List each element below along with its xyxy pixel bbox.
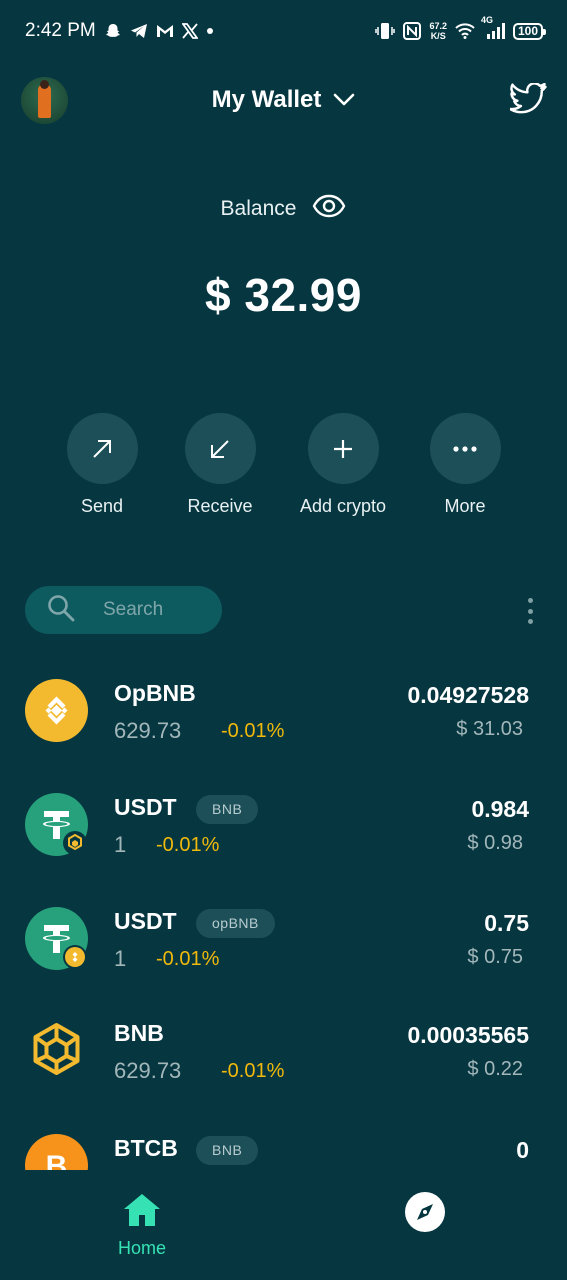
send-button[interactable]: Send — [42, 413, 162, 517]
token-fiat-value: $ 31.03 — [456, 718, 523, 740]
token-fiat-value: $ 0.75 — [467, 946, 523, 968]
network-speed: 67.2 K/S — [429, 21, 447, 41]
token-name: USDT — [114, 794, 177, 820]
token-amount: 0.75 — [484, 910, 529, 936]
token-change: -0.01% — [221, 1060, 285, 1082]
bnb-network-badge-icon — [63, 831, 87, 855]
btcb-logo-icon: B — [25, 1134, 88, 1170]
token-price: 1 — [114, 832, 127, 857]
plus-icon — [334, 439, 352, 458]
search-input[interactable] — [103, 599, 213, 621]
vibrate-icon — [375, 21, 396, 41]
eye-icon[interactable] — [312, 194, 346, 224]
wifi-icon — [455, 21, 475, 41]
gmail-icon — [156, 21, 174, 41]
wallet-selector[interactable]: My Wallet — [0, 86, 567, 114]
token-amount: 0.04927528 — [407, 682, 529, 708]
compass-icon[interactable] — [404, 1191, 446, 1233]
token-row-bnb[interactable]: BNB 629.73 -0.01% 0.00035565 $ 0.22 — [0, 1004, 567, 1104]
twitter-icon[interactable] — [508, 82, 547, 117]
network-chip: opBNB — [196, 909, 275, 938]
token-row-opbnb[interactable]: OpBNB 629.73 -0.01% 0.04927528 $ 31.03 — [0, 664, 567, 764]
token-row-usdt-opbnb[interactable]: USDT opBNB 1 -0.01% 0.75 $ 0.75 — [0, 892, 567, 992]
nfc-icon — [403, 21, 422, 41]
opbnb-logo-icon — [25, 679, 88, 742]
bnb-logo-icon — [25, 1019, 88, 1082]
send-label: Send — [80, 496, 124, 516]
bottom-nav: Home — [0, 1170, 567, 1280]
token-fiat-value: $ 0.98 — [467, 832, 523, 854]
home-icon — [124, 1194, 160, 1226]
token-amount: 0.984 — [471, 796, 529, 822]
wallet-title: My Wallet — [211, 86, 322, 113]
balance-label: Balance — [220, 197, 297, 220]
balance-value: $ 32.99 — [205, 269, 362, 321]
opbnb-network-badge-icon — [63, 945, 87, 969]
token-amount: 0.00035565 — [407, 1022, 529, 1048]
token-price: 1 — [114, 946, 127, 971]
dot-icon — [206, 21, 214, 41]
token-name: BNB — [114, 1020, 164, 1046]
x-icon — [181, 21, 198, 41]
more-label: More — [444, 496, 486, 516]
more-horizontal-icon — [453, 445, 477, 452]
telegram-icon — [130, 21, 148, 41]
token-change: -0.01% — [221, 720, 285, 742]
network-chip: BNB — [196, 1136, 259, 1165]
receive-button[interactable]: Receive — [160, 413, 280, 517]
snapchat-icon — [104, 21, 122, 41]
status-bar: 2:42 PM 67.2 K/S 4G 100 — [0, 0, 567, 62]
token-row-btcb[interactable]: B BTCB BNB 0 — [0, 1119, 567, 1170]
token-change: -0.01% — [156, 948, 220, 970]
add-crypto-label: Add crypto — [299, 496, 387, 516]
receive-label: Receive — [187, 496, 253, 516]
signal-icon: 4G — [481, 15, 505, 41]
token-name: USDT — [114, 908, 177, 934]
svg-text:B: B — [46, 1150, 68, 1170]
add-crypto-button[interactable]: Add crypto — [283, 413, 403, 517]
search-icon — [47, 594, 75, 627]
balance-label-row: Balance — [0, 194, 567, 224]
token-name: OpBNB — [114, 680, 196, 706]
token-change: -0.01% — [156, 834, 220, 856]
status-time: 2:42 PM — [25, 20, 96, 41]
token-row-usdt-bnb[interactable]: USDT BNB 1 -0.01% 0.984 $ 0.98 — [0, 778, 567, 878]
nav-home[interactable]: Home — [106, 1192, 178, 1259]
chevron-down-icon — [333, 86, 355, 114]
nav-home-label: Home — [117, 1238, 166, 1258]
token-fiat-value: $ 0.22 — [467, 1058, 523, 1080]
action-bar: Send Receive Add crypto More — [0, 413, 567, 523]
network-chip: BNB — [196, 795, 259, 824]
token-name: BTCB — [114, 1135, 178, 1161]
battery-icon: 100 — [512, 22, 547, 40]
header: My Wallet — [0, 74, 567, 130]
token-price: 629.73 — [114, 718, 182, 743]
search-bar[interactable] — [25, 586, 222, 634]
token-price: 629.73 — [114, 1058, 182, 1083]
more-button[interactable]: More — [405, 413, 525, 517]
token-list: OpBNB 629.73 -0.01% 0.04927528 $ 31.03 U… — [0, 664, 567, 1170]
token-amount: 0 — [516, 1137, 529, 1163]
arrow-down-left-icon — [211, 439, 229, 458]
more-vertical-icon[interactable] — [520, 596, 540, 626]
arrow-up-right-icon — [93, 439, 111, 458]
